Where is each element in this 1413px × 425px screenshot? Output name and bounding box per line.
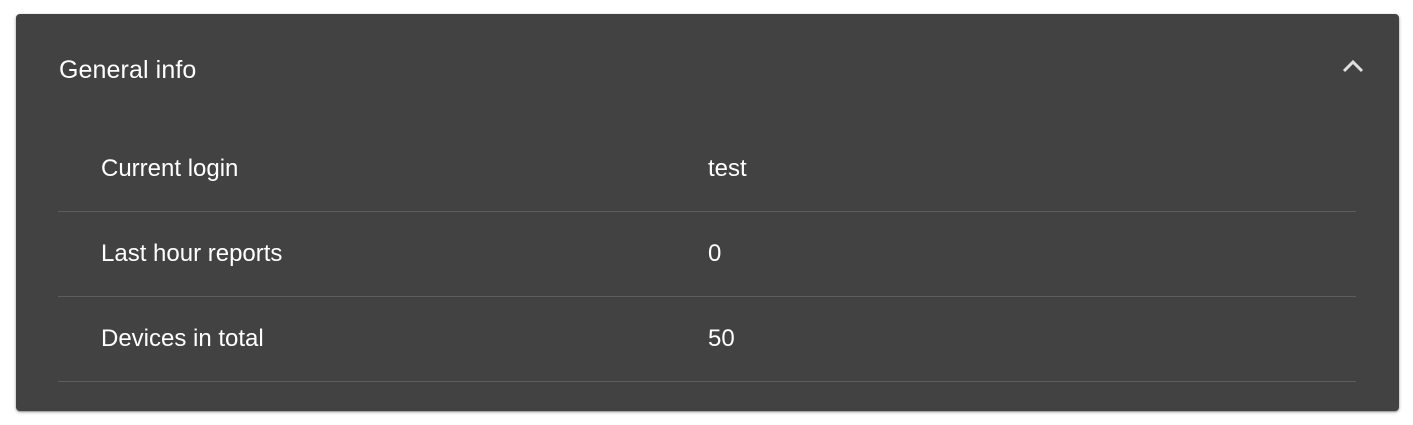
row-label-devices-in-total: Devices in total — [101, 325, 264, 352]
table-row: Devices in total 50 — [58, 297, 1356, 382]
chevron-up-icon — [1341, 59, 1365, 73]
panel-header[interactable]: General info — [16, 14, 1399, 126]
panel-title: General info — [59, 56, 197, 84]
row-value-last-hour-reports: 0 — [708, 240, 722, 267]
row-value-devices-in-total: 50 — [708, 325, 735, 352]
row-label-last-hour-reports: Last hour reports — [101, 240, 283, 267]
collapse-button[interactable] — [1335, 48, 1371, 84]
row-label-current-login: Current login — [101, 154, 239, 182]
info-table: Current login test Last hour reports 0 D… — [58, 126, 1356, 382]
general-info-panel: General info Current login test Last hou… — [16, 14, 1399, 411]
table-row: Last hour reports 0 — [58, 212, 1356, 297]
table-row: Current login test — [58, 126, 1356, 212]
row-value-current-login: test — [708, 154, 747, 182]
